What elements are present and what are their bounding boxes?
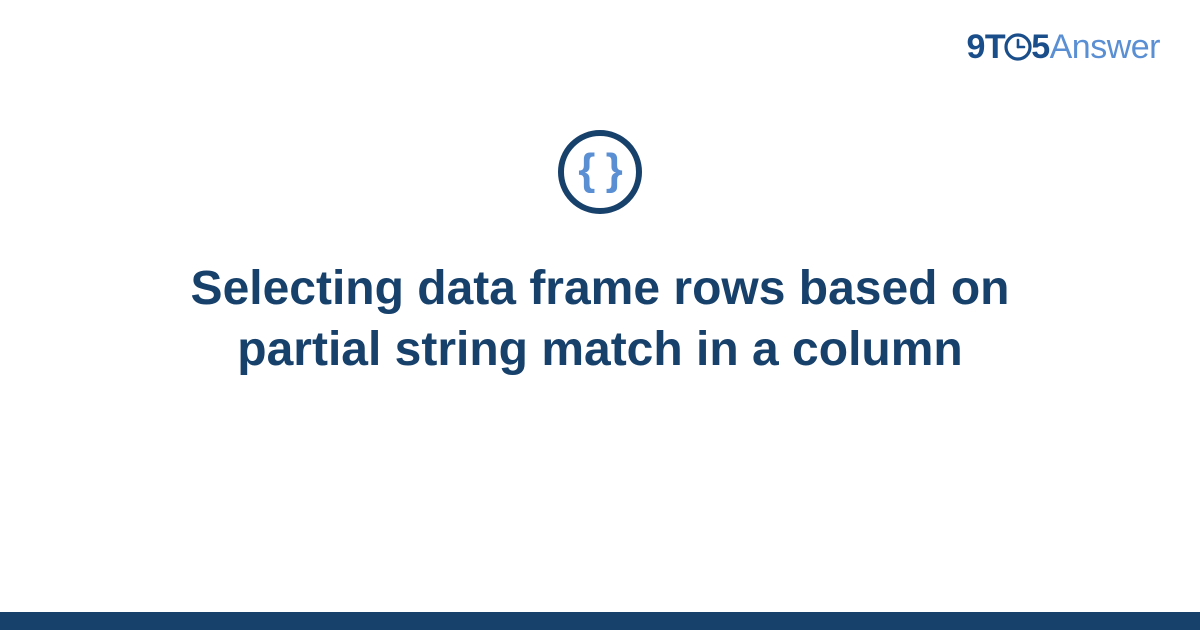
page-title: Selecting data frame rows based on parti… [90,258,1110,381]
logo-nine: 9 [967,28,985,66]
logo-t: T [985,28,1005,66]
main-content: { } Selecting data frame rows based on p… [0,130,1200,381]
logo-answer: Answer [1050,28,1160,66]
clock-icon [1003,32,1033,71]
footer-accent-bar [0,612,1200,630]
site-logo: 9T5Answer [967,28,1161,71]
logo-five: 5 [1031,28,1049,66]
code-braces-icon: { } [578,148,621,192]
category-badge: { } [558,130,642,214]
